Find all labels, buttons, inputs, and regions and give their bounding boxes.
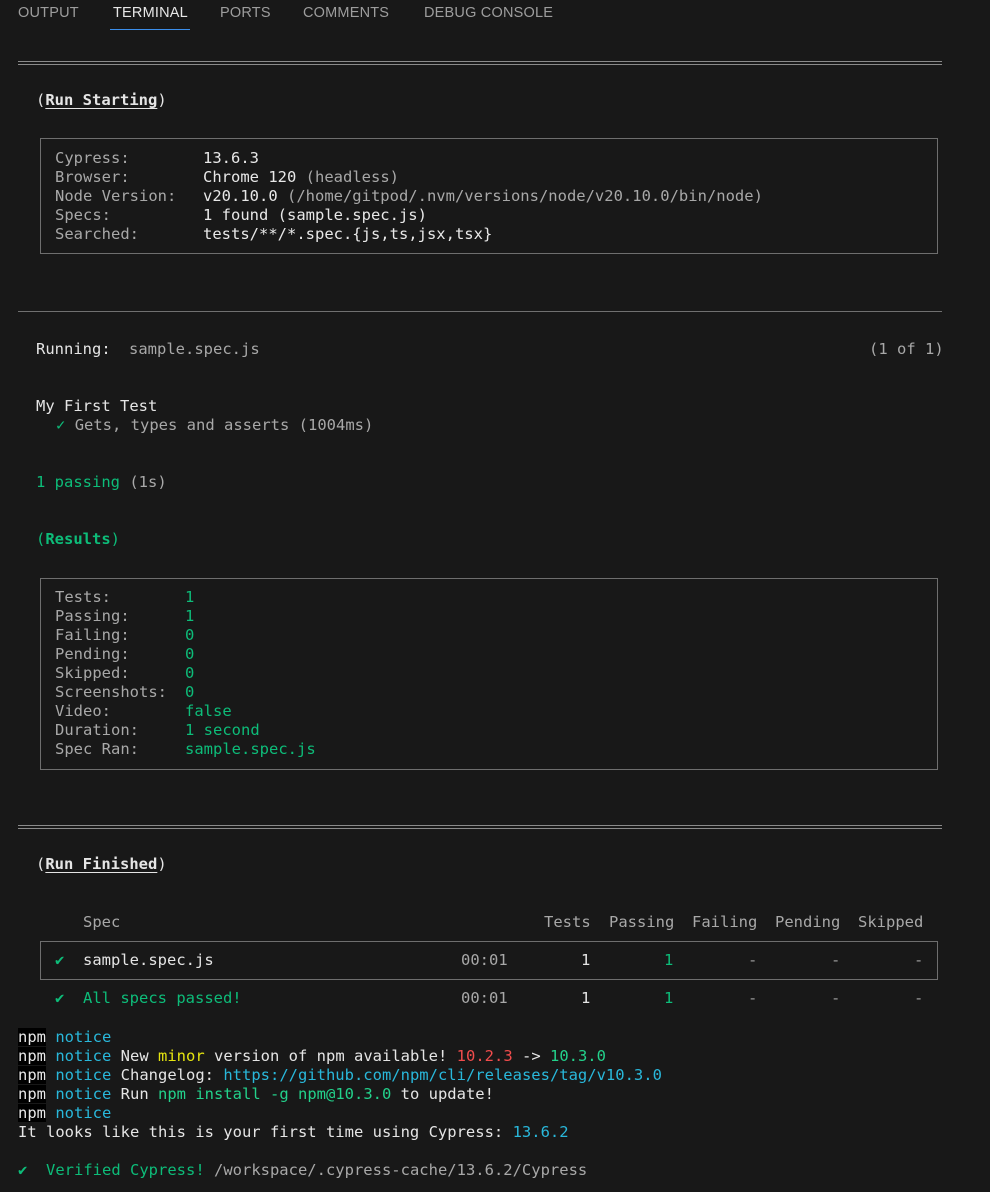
- spec-row-name: sample.spec.js: [83, 951, 214, 969]
- check-icon: ✓: [56, 416, 66, 434]
- spec-row-passing: 1: [664, 951, 674, 969]
- passing-summary: 1 passing (1s): [36, 473, 167, 491]
- results-box: [40, 578, 938, 770]
- total-skipped: -: [914, 989, 924, 1007]
- spec-row-time: 00:01: [461, 951, 508, 969]
- col-skipped-header: Skipped: [858, 913, 924, 931]
- run-starting-keys: Cypress: Browser: Node Version: Specs: S…: [55, 149, 177, 243]
- all-specs-passed: All specs passed!: [83, 989, 242, 1007]
- npm-notice-lines: npm notice npm notice New minor version …: [18, 1028, 662, 1141]
- running-line: Running:: [36, 340, 111, 358]
- terminal-output[interactable]: (Run Starting) Cypress: Browser: Node Ve…: [0, 0, 990, 1192]
- col-failing-header: Failing: [692, 913, 758, 931]
- double-separator: [18, 61, 942, 65]
- running-spec: sample.spec.js: [129, 340, 260, 358]
- single-separator: [18, 311, 942, 312]
- test-result: ✓ Gets, types and asserts (1004ms): [56, 416, 374, 434]
- spec-row-failing: -: [748, 951, 758, 969]
- col-passing-header: Passing: [609, 913, 675, 931]
- double-separator: [18, 825, 942, 829]
- spec-row-skipped: -: [914, 951, 924, 969]
- results-keys: Tests: Passing: Failing: Pending: Skippe…: [55, 588, 167, 758]
- total-failing: -: [748, 989, 758, 1007]
- spec-row-pending: -: [831, 951, 841, 969]
- check-icon: ✔: [55, 951, 65, 969]
- results-heading: (Results): [36, 530, 121, 548]
- col-spec-header: Spec: [83, 913, 121, 931]
- verified-line: ✔ Verified Cypress! /workspace/.cypress-…: [18, 1161, 588, 1179]
- suite-name: My First Test: [36, 397, 158, 415]
- results-values: 1 1 0 0 0 0 false 1 second sample.spec.j…: [185, 588, 316, 758]
- running-count: (1 of 1): [869, 340, 944, 358]
- run-finished-heading: (Run Finished): [36, 855, 167, 873]
- check-icon: ✔: [18, 1161, 28, 1179]
- run-starting-heading: (Run Starting): [36, 91, 167, 109]
- total-tests: 1: [581, 989, 591, 1007]
- total-pending: -: [831, 989, 841, 1007]
- total-time: 00:01: [461, 989, 508, 1007]
- col-pending-header: Pending: [775, 913, 841, 931]
- col-tests-header: Tests: [544, 913, 591, 931]
- spec-row-tests: 1: [581, 951, 591, 969]
- total-passing: 1: [664, 989, 674, 1007]
- run-starting-values: 13.6.3 Chrome 120 (headless) v20.10.0 (/…: [203, 149, 763, 243]
- check-icon: ✔: [55, 989, 65, 1007]
